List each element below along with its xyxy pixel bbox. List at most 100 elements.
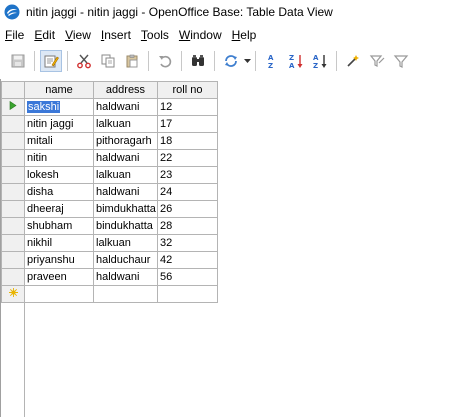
data-table: name address roll no sakshi haldwani 12 …: [1, 81, 218, 303]
toolbar-grip[interactable]: [0, 50, 6, 72]
cell-name[interactable]: [24, 285, 94, 303]
cell-name[interactable]: nikhil: [24, 234, 94, 252]
selected-text: sakshi: [27, 101, 61, 113]
table-row: shubham bindukhatta 28: [1, 217, 218, 235]
menu-file[interactable]: File: [0, 28, 29, 42]
row-header[interactable]: [1, 132, 25, 150]
row-header[interactable]: [1, 200, 25, 218]
row-header-divider: [24, 298, 25, 417]
find-record-button[interactable]: [187, 50, 209, 72]
cell-address[interactable]: halduchaur: [93, 251, 158, 269]
cell-name[interactable]: lokesh: [24, 166, 94, 184]
standard-filter-button[interactable]: [366, 50, 388, 72]
table-row: priyanshu halduchaur 42: [1, 251, 218, 269]
cell-address[interactable]: bindukhatta: [93, 217, 158, 235]
menu-insert-label: nsert: [104, 27, 131, 42]
cell-name[interactable]: praveen: [24, 268, 94, 286]
new-record-row: [1, 285, 218, 303]
cell-address[interactable]: lalkuan: [93, 234, 158, 252]
cell-address[interactable]: haldwani: [93, 98, 158, 116]
standard-filter-icon: [369, 55, 385, 67]
cell-name[interactable]: mitali: [24, 132, 94, 150]
table-row: nitin haldwani 22: [1, 149, 218, 167]
cell-address[interactable]: bimdukhatta: [93, 200, 158, 218]
row-header-new[interactable]: [1, 285, 25, 303]
cell-name[interactable]: dheeraj: [24, 200, 94, 218]
cell-address[interactable]: lalkuan: [93, 115, 158, 133]
svg-text:Z: Z: [289, 54, 294, 62]
cell-roll-no[interactable]: [157, 285, 218, 303]
column-header-roll-no[interactable]: roll no: [157, 81, 218, 99]
refresh-icon: [225, 55, 237, 67]
row-header[interactable]: [1, 234, 25, 252]
cell-roll-no[interactable]: 32: [157, 234, 218, 252]
toolbar-separator: [214, 51, 215, 71]
row-header[interactable]: [1, 268, 25, 286]
toolbar-separator: [336, 51, 337, 71]
cell-address[interactable]: haldwani: [93, 268, 158, 286]
cell-roll-no[interactable]: 12: [157, 98, 218, 116]
cell-name[interactable]: nitin jaggi: [24, 115, 94, 133]
menu-view[interactable]: View: [60, 28, 96, 42]
undo-button[interactable]: [154, 50, 176, 72]
cell-address[interactable]: haldwani: [93, 149, 158, 167]
cell-roll-no[interactable]: 56: [157, 268, 218, 286]
cell-name[interactable]: priyanshu: [24, 251, 94, 269]
cell-roll-no[interactable]: 18: [157, 132, 218, 150]
sort-ascending-button[interactable]: AZ: [261, 50, 283, 72]
refresh-button[interactable]: [220, 50, 242, 72]
cell-address[interactable]: [93, 285, 158, 303]
sort-descending-icon: ZA: [289, 54, 303, 69]
row-header[interactable]: [1, 115, 25, 133]
autofilter-button[interactable]: [342, 50, 364, 72]
cell-roll-no[interactable]: 17: [157, 115, 218, 133]
row-header[interactable]: [1, 217, 25, 235]
cell-roll-no[interactable]: 24: [157, 183, 218, 201]
menu-window[interactable]: Window: [174, 28, 227, 42]
row-header[interactable]: [1, 251, 25, 269]
cell-name[interactable]: shubham: [24, 217, 94, 235]
menu-edit[interactable]: Edit: [29, 28, 60, 42]
sort-descending-button[interactable]: ZA: [285, 50, 307, 72]
refresh-dropdown-button[interactable]: [243, 50, 251, 72]
toolbar-separator: [34, 51, 35, 71]
cell-name[interactable]: disha: [24, 183, 94, 201]
menu-help-label: elp: [240, 27, 257, 42]
edit-data-icon: [44, 55, 59, 68]
cell-roll-no[interactable]: 28: [157, 217, 218, 235]
row-header[interactable]: [1, 149, 25, 167]
menu-help[interactable]: Help: [227, 28, 262, 42]
menu-view-accel: V: [65, 27, 73, 42]
menu-insert[interactable]: Insert: [96, 28, 136, 42]
cell-roll-no[interactable]: 22: [157, 149, 218, 167]
column-header-name[interactable]: name: [24, 81, 94, 99]
menu-tools-label: ools: [146, 27, 169, 42]
sort-button[interactable]: AZ: [309, 50, 331, 72]
paste-button[interactable]: [121, 50, 143, 72]
copy-button[interactable]: [97, 50, 119, 72]
window-title: nitin jaggi - nitin jaggi - OpenOffice B…: [26, 5, 333, 19]
cell-roll-no[interactable]: 26: [157, 200, 218, 218]
menu-tools[interactable]: Tools: [136, 28, 174, 42]
cut-button[interactable]: [73, 50, 95, 72]
edit-data-button[interactable]: [40, 50, 62, 72]
cell-address[interactable]: haldwani: [93, 183, 158, 201]
svg-text:Z: Z: [268, 62, 273, 69]
cell-roll-no[interactable]: 42: [157, 251, 218, 269]
menu-file-label: ile: [12, 27, 25, 42]
column-header-address[interactable]: address: [93, 81, 158, 99]
svg-text:A: A: [289, 62, 295, 69]
sort-icon: AZ: [313, 54, 327, 69]
row-header[interactable]: [1, 166, 25, 184]
cell-address[interactable]: pithoragarh: [93, 132, 158, 150]
save-button[interactable]: [7, 50, 29, 72]
cell-address[interactable]: lalkuan: [93, 166, 158, 184]
title-bar: nitin jaggi - nitin jaggi - OpenOffice B…: [0, 0, 457, 24]
apply-filter-button[interactable]: [390, 50, 412, 72]
row-header[interactable]: [1, 183, 25, 201]
cell-roll-no[interactable]: 23: [157, 166, 218, 184]
row-header-current[interactable]: [1, 98, 25, 116]
cell-name[interactable]: nitin: [24, 149, 94, 167]
corner-header[interactable]: [1, 81, 25, 99]
cell-name[interactable]: sakshi: [24, 98, 94, 116]
